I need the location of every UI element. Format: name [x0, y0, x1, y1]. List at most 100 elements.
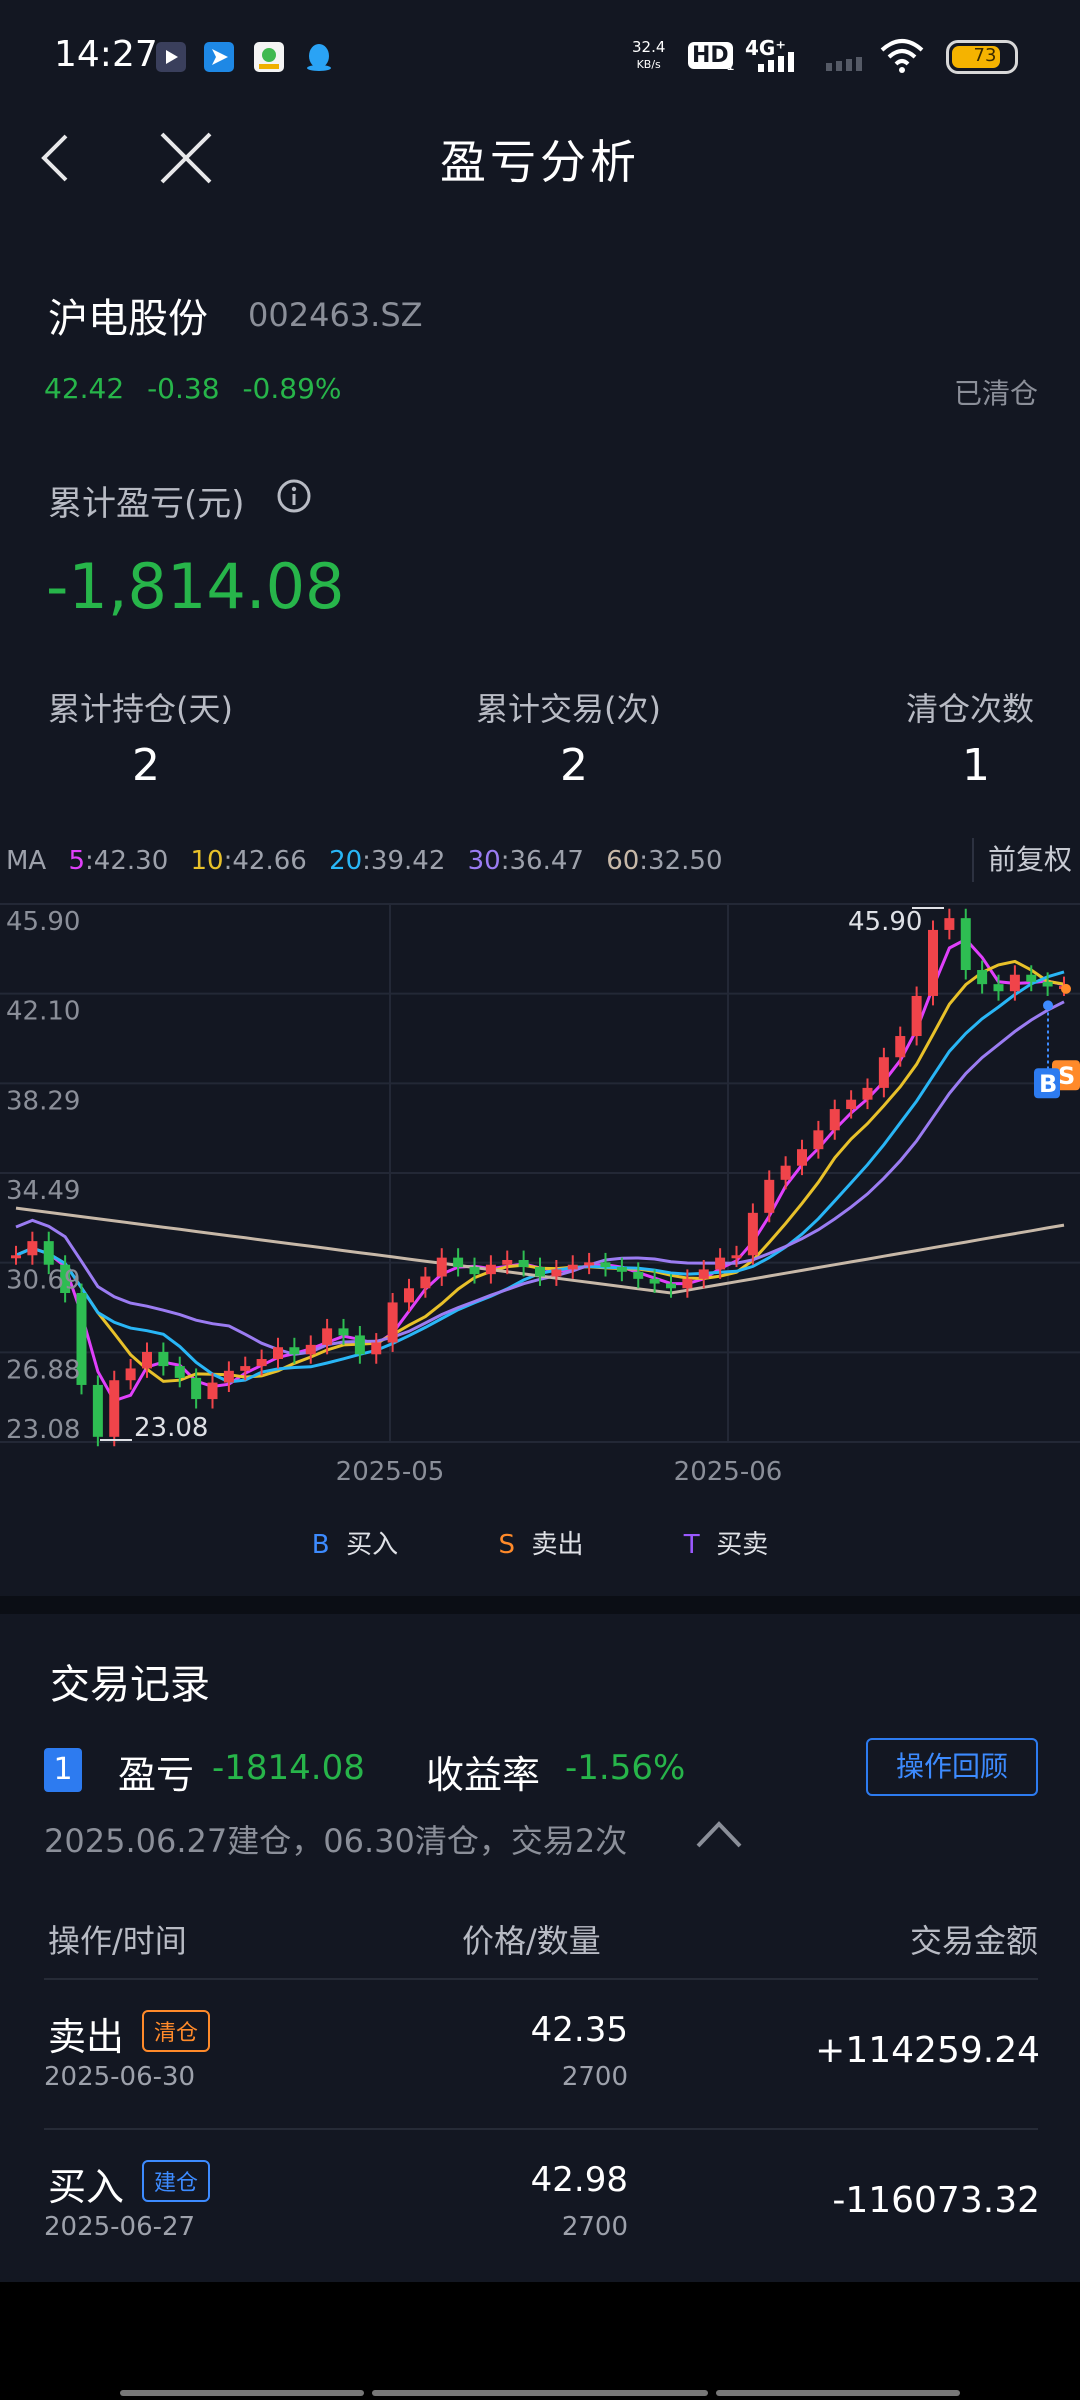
return-rate-label: 收益率 [426, 1753, 541, 1797]
stat-label-hold-days: 累计持仓(天) [48, 690, 233, 728]
candle [371, 1342, 382, 1355]
candle [878, 1057, 889, 1088]
position-status: 已清仓 [953, 377, 1038, 410]
header-operation-time: 操作/时间 [48, 1922, 187, 1960]
stock-change: -0.38 [147, 372, 220, 405]
ma-line [15, 1000, 1065, 1356]
candle [191, 1377, 202, 1400]
candle [600, 1262, 611, 1268]
candle [223, 1370, 234, 1383]
chart-legend: B 买入 S 卖出 T 买卖 [0, 1524, 1080, 1561]
candle [387, 1302, 398, 1343]
y-tick-label: 38.29 [6, 1086, 80, 1116]
tag-opened: 建仓 [142, 2160, 211, 2202]
row-amount: +114259.24 [815, 2030, 1040, 2071]
candle [240, 1366, 251, 1371]
ma-line [15, 970, 1065, 1384]
candle [764, 1179, 775, 1213]
chat-app-icon [254, 42, 284, 72]
video-app-icon [156, 42, 186, 72]
candle [960, 918, 971, 971]
candle [616, 1267, 627, 1272]
row-operation: 卖出 [48, 2015, 125, 2059]
stat-value-clears: 1 [962, 740, 990, 791]
candle [1009, 974, 1020, 992]
candle [436, 1257, 447, 1277]
return-rate-value: -1.56% [565, 1748, 686, 1788]
header-price-qty: 价格/数量 [462, 1922, 601, 1960]
sell-marker-letter: S [1058, 1062, 1075, 1090]
trade-pnl-label: 盈亏 [118, 1753, 195, 1797]
candle [174, 1366, 185, 1378]
candle [322, 1328, 333, 1345]
stat-label-trades: 累计交易(次) [476, 690, 661, 728]
candle [895, 1036, 906, 1058]
candle [698, 1269, 709, 1279]
candle [731, 1255, 742, 1259]
candle [911, 995, 922, 1037]
max-price-label: 45.90 [848, 907, 922, 937]
legend-sell: S 卖出 [498, 1530, 584, 1560]
candle [829, 1109, 840, 1131]
tag-cleared: 清仓 [142, 2010, 211, 2052]
candle [797, 1149, 807, 1166]
status-time: 14:27 [54, 34, 158, 75]
x-tick-label: 2025-06 [674, 1457, 783, 1482]
candle [305, 1344, 316, 1355]
candle [404, 1288, 414, 1303]
row-operation: 买入 [48, 2165, 125, 2209]
candle [354, 1335, 365, 1355]
candle [813, 1130, 824, 1150]
signal-2-icon [826, 52, 866, 71]
candle [682, 1278, 693, 1289]
candle [567, 1264, 578, 1270]
y-tick-label: 23.08 [6, 1415, 80, 1445]
candle [27, 1241, 38, 1256]
buy-dot [1043, 1000, 1053, 1011]
stock-code: 002463.SZ [248, 296, 423, 334]
row-date: 2025-06-30 [44, 2062, 196, 2092]
battery-icon: 73 [946, 40, 1018, 74]
candle [485, 1264, 496, 1275]
bottom-area [0, 2282, 1080, 2400]
candle [256, 1359, 267, 1367]
review-button[interactable]: 操作回顾 [866, 1738, 1038, 1796]
stock-price: 42.42 [44, 372, 125, 405]
ma-20: 20:39.42 [329, 846, 446, 876]
candle [469, 1267, 480, 1275]
stat-value-hold-days: 2 [132, 740, 160, 791]
candle [780, 1165, 791, 1180]
ma-prefix: MA [6, 846, 47, 876]
y-tick-label: 26.88 [6, 1355, 80, 1385]
candle [142, 1351, 152, 1369]
candle [125, 1368, 136, 1381]
info-icon[interactable] [276, 478, 312, 518]
buy-marker-letter: B [1039, 1070, 1057, 1098]
y-tick-label: 34.49 [6, 1176, 80, 1206]
candle [338, 1328, 349, 1336]
candle [715, 1257, 726, 1270]
row-price: 42.35 [530, 2010, 628, 2050]
candle [993, 984, 1004, 992]
candle [92, 1384, 103, 1437]
candle [289, 1347, 300, 1355]
candle [109, 1380, 120, 1437]
candle [158, 1351, 169, 1367]
adjust-button[interactable]: 前复权 [971, 838, 1080, 882]
wifi-icon [880, 38, 924, 78]
y-tick-label: 45.90 [6, 907, 80, 937]
price-line: 42.42 -0.38 -0.89% [44, 372, 342, 405]
kline-chart[interactable]: 45.90 42.10 38.29 34.49 30.69 26.88 23.08 2025-… [0, 882, 1080, 1482]
network-speed: 32.4 KB/s [632, 38, 666, 71]
x-tick-label: 2025-05 [336, 1457, 445, 1482]
row-amount: -116073.32 [832, 2180, 1040, 2221]
candle [502, 1259, 513, 1265]
candle [453, 1257, 464, 1268]
candle [633, 1271, 644, 1279]
stat-label-clears: 清仓次数 [906, 690, 1035, 728]
ma-60: 60:32.50 [606, 846, 723, 876]
row-quantity: 2700 [561, 2212, 628, 2242]
legend-trade: T 买卖 [683, 1530, 769, 1560]
candle [420, 1276, 431, 1289]
chevron-up-icon[interactable] [694, 1818, 744, 1854]
